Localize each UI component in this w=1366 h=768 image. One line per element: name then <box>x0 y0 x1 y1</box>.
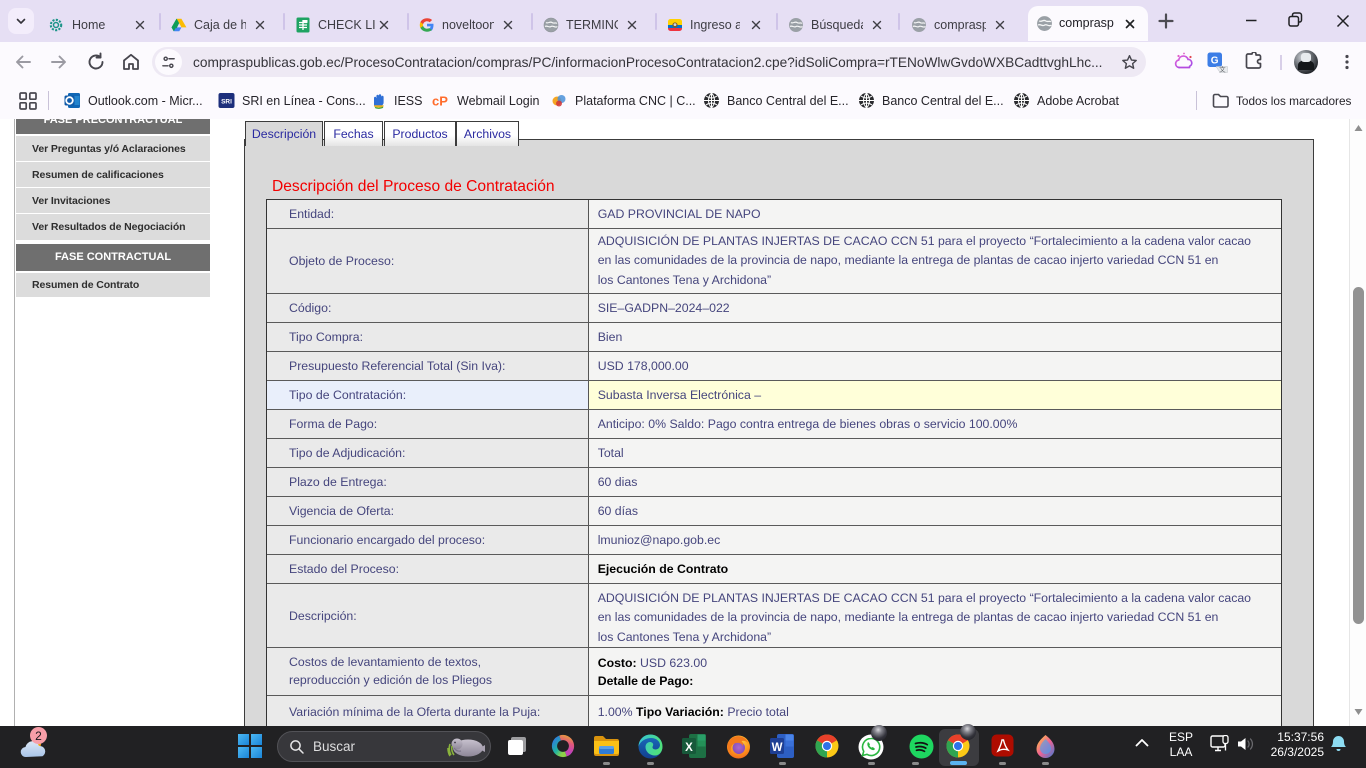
svg-text:G: G <box>1211 56 1219 67</box>
svg-text:文: 文 <box>1219 64 1226 73</box>
svg-text:W: W <box>772 742 783 754</box>
svg-text:cP: cP <box>432 94 448 109</box>
svg-text:X: X <box>685 742 693 754</box>
svg-text:SRI: SRI <box>221 99 232 106</box>
